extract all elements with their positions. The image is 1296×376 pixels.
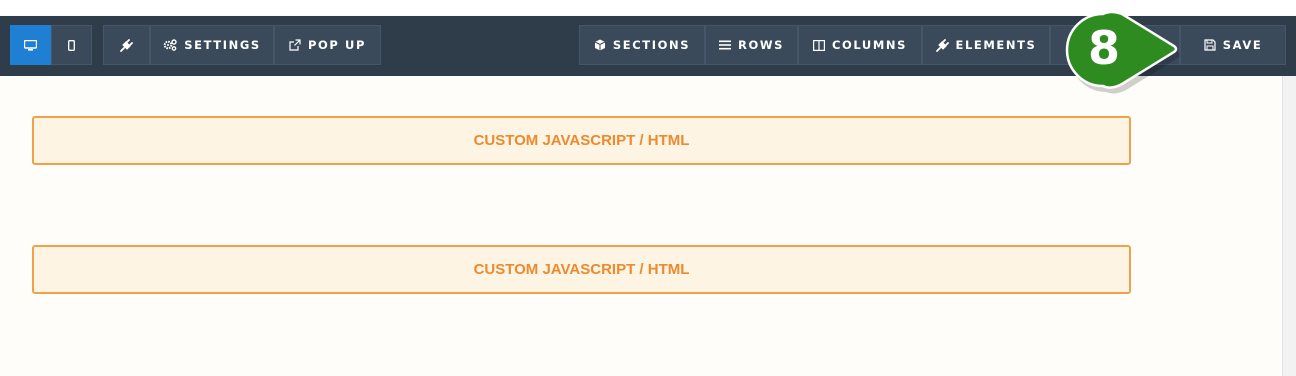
mobile-icon: [68, 39, 75, 51]
block-label: CUSTOM JAVASCRIPT / HTML: [473, 132, 690, 149]
popup-label: POP UP: [307, 38, 366, 52]
custom-html-block[interactable]: CUSTOM JAVASCRIPT / HTML: [32, 245, 1131, 294]
columns-icon: [812, 39, 825, 51]
desktop-view-button[interactable]: [10, 25, 51, 65]
settings-button[interactable]: SETTINGS: [150, 25, 274, 65]
elements-label: ELEMENTS: [955, 38, 1037, 52]
rows-label: ROWS: [738, 38, 784, 52]
floppy-icon: [1204, 39, 1216, 51]
external-link-icon: [289, 39, 301, 51]
save-button[interactable]: SAVE: [1180, 25, 1286, 65]
sections-label: SECTIONS: [612, 38, 691, 52]
columns-label: COLUMNS: [831, 38, 908, 52]
columns-button[interactable]: COLUMNS: [798, 25, 922, 65]
mobile-view-button[interactable]: [51, 25, 92, 65]
plug-icon: [935, 38, 949, 52]
sections-button[interactable]: SECTIONS: [579, 25, 705, 65]
custom-html-block[interactable]: CUSTOM JAVASCRIPT / HTML: [32, 116, 1131, 165]
desktop-icon: [24, 39, 37, 51]
plugins-button[interactable]: [103, 25, 150, 65]
popup-button[interactable]: POP UP: [274, 25, 381, 65]
plug-icon: [120, 38, 133, 52]
save-label: SAVE: [1222, 38, 1263, 52]
bars-icon: [719, 40, 731, 50]
cube-icon: [594, 39, 606, 51]
rows-button[interactable]: ROWS: [705, 25, 798, 65]
gears-icon: [163, 39, 177, 51]
callout-number: 8: [1087, 21, 1120, 75]
elements-button[interactable]: ELEMENTS: [922, 25, 1050, 65]
scrollbar[interactable]: [1282, 76, 1296, 376]
settings-label: SETTINGS: [184, 38, 261, 52]
block-label: CUSTOM JAVASCRIPT / HTML: [473, 261, 690, 278]
